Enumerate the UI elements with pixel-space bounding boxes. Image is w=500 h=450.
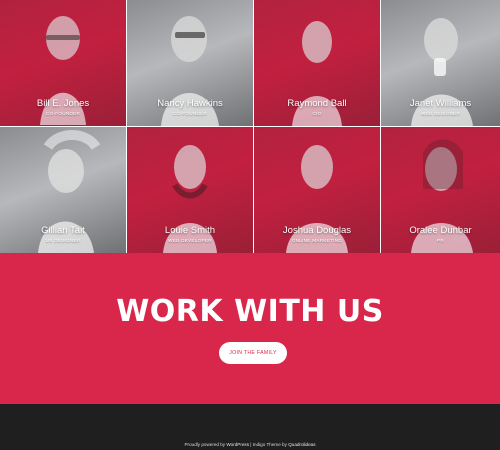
member-caption: Raymond Ball CIO (254, 98, 380, 118)
member-name: Louie Smith (164, 225, 216, 236)
member-caption: Joshua Douglas ONLINE MARKETING (254, 225, 380, 245)
member-name: Joshua Douglas (282, 225, 352, 236)
work-with-us-section: WORK WITH US JOIN THE FAMILY (0, 253, 500, 404)
member-caption: Bill E. Jones CO-FOUNDER (0, 98, 126, 118)
member-name: Bill E. Jones (36, 98, 90, 109)
team-member-tile[interactable]: Gillian Tait UX DESIGNER (0, 127, 126, 253)
member-role: WEB DEVELOPER (168, 238, 212, 243)
member-role: WEB DESIGNER (420, 111, 461, 116)
footer-separator: | Indigo Theme by (249, 442, 289, 447)
member-name: Janet Williams (409, 98, 472, 109)
team-member-tile[interactable]: Nancy Hawkins CO-FOUNDER (127, 0, 253, 126)
wordpress-link[interactable]: WordPress (226, 442, 249, 447)
quadrolideas-link[interactable]: Quadrolideas (288, 442, 315, 447)
member-name: Nancy Hawkins (157, 98, 223, 109)
join-the-family-button[interactable]: JOIN THE FAMILY (219, 342, 287, 364)
footer: Proudly powered by WordPress | Indigo Th… (0, 404, 500, 450)
team-member-tile[interactable]: Joshua Douglas ONLINE MARKETING (254, 127, 380, 253)
member-role: UX DESIGNER (45, 238, 81, 243)
member-role: CIO (312, 111, 322, 116)
member-role: ONLINE MARKETING (291, 238, 343, 243)
team-member-tile[interactable]: Raymond Ball CIO (254, 0, 380, 126)
member-caption: Janet Williams WEB DESIGNER (381, 98, 500, 118)
team-grid: Bill E. Jones CO-FOUNDER Nancy Hawkins C… (0, 0, 500, 253)
member-caption: Louie Smith WEB DEVELOPER (127, 225, 253, 245)
member-caption: Gillian Tait UX DESIGNER (0, 225, 126, 245)
member-name: Gillian Tait (41, 225, 85, 236)
team-member-tile[interactable]: Bill E. Jones CO-FOUNDER (0, 0, 126, 126)
team-member-tile[interactable]: Louie Smith WEB DEVELOPER (127, 127, 253, 253)
member-caption: Oralee Dunbar PR (381, 225, 500, 245)
team-member-tile[interactable]: Janet Williams WEB DESIGNER (381, 0, 500, 126)
member-caption: Nancy Hawkins CO-FOUNDER (127, 98, 253, 118)
member-role: PR (437, 238, 444, 243)
team-member-tile[interactable]: Oralee Dunbar PR (381, 127, 500, 253)
footer-credit: Proudly powered by WordPress | Indigo Th… (0, 442, 500, 448)
member-role: CO-FOUNDER (45, 111, 81, 116)
footer-prefix: Proudly powered by (184, 442, 227, 447)
page: Bill E. Jones CO-FOUNDER Nancy Hawkins C… (0, 0, 500, 450)
member-name: Oralee Dunbar (409, 225, 472, 236)
member-role: CO-FOUNDER (172, 111, 208, 116)
member-name: Raymond Ball (287, 98, 347, 109)
cta-title: WORK WITH US (116, 294, 384, 329)
